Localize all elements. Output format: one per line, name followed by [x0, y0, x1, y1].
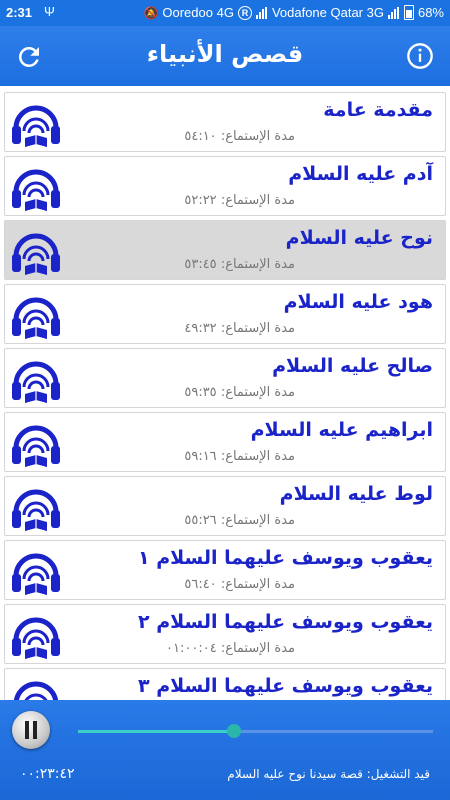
story-title: آدم عليه السلام	[288, 163, 433, 185]
story-duration: مدة الإستماع: ٥٥:٢٦	[73, 513, 295, 528]
list-item[interactable]: آدم عليه السلام مدة الإستماع: ٥٢:٢٢	[4, 156, 446, 216]
story-title: صالح عليه السلام	[272, 355, 433, 377]
duration-value: ٠١:٠٠:٠٤	[166, 641, 217, 656]
carrier-1: Ooredoo 4G	[162, 5, 234, 20]
duration-label: مدة الإستماع:	[220, 449, 295, 464]
duration-label: مدة الإستماع:	[220, 257, 295, 272]
headphones-book-icon	[12, 297, 60, 339]
duration-label: مدة الإستماع:	[220, 641, 295, 656]
duration-label: مدة الإستماع:	[220, 193, 295, 208]
story-title: يعقوب ويوسف عليهما السلام ٢	[137, 611, 433, 633]
battery-icon	[403, 5, 414, 20]
story-duration: مدة الإستماع: ٥٣:٤٥	[73, 257, 295, 272]
duration-value: ٥٩:٣٥	[184, 385, 217, 400]
list-item[interactable]: هود عليه السلام مدة الإستماع: ٤٩:٣٢	[4, 284, 446, 344]
story-title: يعقوب ويوسف عليهما السلام ٣	[137, 675, 433, 697]
usb-icon: Ψ	[44, 4, 55, 19]
status-time: 2:31	[6, 5, 33, 20]
duration-label: مدة الإستماع:	[220, 321, 295, 336]
story-title: لوط عليه السلام	[279, 483, 433, 505]
signal-icon-1	[255, 6, 268, 19]
story-duration: مدة الإستماع: ٠١:٠٠:٠٤	[73, 641, 295, 656]
duration-value: ٤٩:٣٢	[184, 321, 217, 336]
story-duration: مدة الإستماع: ٥٩:١٦	[73, 449, 295, 464]
duration-label: مدة الإستماع:	[220, 129, 295, 144]
carrier-2: Vodafone Qatar 3G	[271, 5, 384, 20]
pause-button[interactable]	[12, 711, 50, 749]
status-right: 🔕 Ooredoo 4G R Vodafone Qatar 3G 68%	[143, 5, 444, 20]
duration-value: ٥٣:٤٥	[184, 257, 217, 272]
audio-player: ٠٠:٢٣:٤٢ قيد التشغيل: قصة سيدنا نوح عليه…	[0, 700, 450, 800]
pause-icon-bar-left	[25, 721, 29, 739]
page-title: قصص الأنبياء	[146, 40, 304, 68]
now-playing-label: قيد التشغيل: قصة سيدنا نوح عليه السلام	[227, 767, 430, 781]
duration-value: ٥٩:١٦	[184, 449, 217, 464]
headphones-book-icon	[12, 361, 60, 403]
duration-label: مدة الإستماع:	[220, 513, 295, 528]
seek-bar[interactable]	[78, 730, 433, 733]
story-title: نوح عليه السلام	[285, 227, 433, 249]
story-title: يعقوب ويوسف عليهما السلام ١	[137, 547, 433, 569]
info-icon[interactable]	[406, 42, 434, 70]
story-title: مقدمة عامة	[323, 99, 433, 121]
headphones-book-icon	[12, 617, 60, 659]
story-title: هود عليه السلام	[283, 291, 433, 313]
headphones-book-icon	[12, 105, 60, 147]
seek-progress	[78, 730, 235, 733]
duration-value: ٥٦:٤٠	[184, 577, 217, 592]
list-item[interactable]: يعقوب ويوسف عليهما السلام ١ مدة الإستماع:…	[4, 540, 446, 600]
elapsed-time: ٠٠:٢٣:٤٢	[20, 766, 75, 782]
list-item[interactable]: مقدمة عامة مدة الإستماع: ٥٤:١٠	[4, 92, 446, 152]
seek-thumb[interactable]	[227, 724, 242, 738]
list-item[interactable]: ابراهيم عليه السلام مدة الإستماع: ٥٩:١٦	[4, 412, 446, 472]
duration-label: مدة الإستماع:	[220, 577, 295, 592]
duration-value: ٥٥:٢٦	[184, 513, 217, 528]
signal-icon-2	[387, 6, 400, 19]
battery-level: 68%	[417, 5, 444, 20]
stories-list[interactable]: مقدمة عامة مدة الإستماع: ٥٤:١٠ آدم عليه ال…	[0, 88, 450, 700]
mute-icon: 🔕	[143, 5, 159, 20]
duration-label: مدة الإستماع:	[220, 385, 295, 400]
list-item[interactable]: لوط عليه السلام مدة الإستماع: ٥٥:٢٦	[4, 476, 446, 536]
pause-icon-bar-right	[33, 721, 37, 739]
roaming-icon: R	[237, 5, 252, 20]
headphones-book-icon	[12, 425, 60, 467]
headphones-book-icon	[13, 681, 59, 700]
duration-value: ٥٢:٢٢	[184, 193, 217, 208]
headphones-book-icon	[12, 553, 60, 595]
list-item[interactable]: نوح عليه السلام مدة الإستماع: ٥٣:٤٥	[4, 220, 446, 280]
headphones-book-icon	[12, 233, 60, 275]
story-title: ابراهيم عليه السلام	[250, 419, 433, 441]
story-duration: مدة الإستماع: ٥٢:٢٢	[73, 193, 295, 208]
story-duration: مدة الإستماع: ٤٩:٣٢	[73, 321, 295, 336]
list-item[interactable]: يعقوب ويوسف عليهما السلام ٢ مدة الإستماع:…	[4, 604, 446, 664]
app-bar: قصص الأنبياء	[0, 26, 450, 86]
list-item[interactable]: صالح عليه السلام مدة الإستماع: ٥٩:٣٥	[4, 348, 446, 408]
headphones-book-icon	[12, 169, 60, 211]
duration-value: ٥٤:١٠	[184, 129, 217, 144]
list-item[interactable]: يعقوب ويوسف عليهما السلام ٣مدة الإستماع:	[4, 668, 446, 700]
story-duration: مدة الإستماع: ٥٤:١٠	[73, 129, 295, 144]
story-duration: مدة الإستماع: ٥٩:٣٥	[73, 385, 295, 400]
headphones-book-icon	[12, 489, 60, 531]
status-bar: 2:31 Ψ 🔕 Ooredoo 4G R Vodafone Qatar 3G …	[0, 0, 450, 26]
story-duration: مدة الإستماع: ٥٦:٤٠	[73, 577, 295, 592]
